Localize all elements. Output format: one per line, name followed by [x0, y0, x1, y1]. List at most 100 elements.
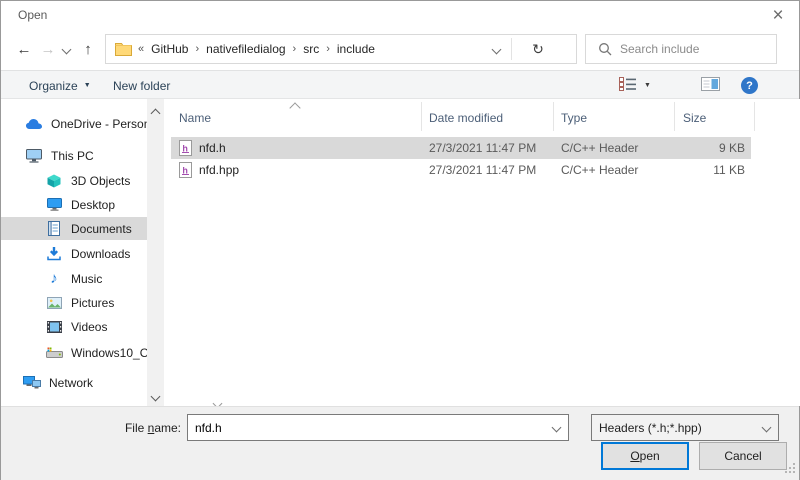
footer-bar: File name: Headers (*.h;*.hpp) Open Canc… — [1, 406, 799, 480]
scroll-down-icon[interactable] — [152, 389, 159, 403]
file-type-dropdown[interactable]: Headers (*.h;*.hpp) — [591, 414, 779, 441]
column-separator[interactable] — [754, 102, 755, 131]
address-bar[interactable]: « GitHub › nativefiledialog › src › incl… — [105, 34, 577, 64]
file-name-combobox[interactable] — [187, 414, 569, 441]
sidebar-item-label: OneDrive - Personal — [51, 117, 147, 131]
scroll-up-icon[interactable] — [152, 106, 159, 120]
new-folder-button[interactable]: New folder — [113, 71, 170, 100]
address-dropdown-button[interactable] — [482, 35, 510, 63]
column-separator[interactable] — [553, 102, 554, 131]
file-type: C/C++ Header — [561, 163, 638, 177]
sidebar-item-label: Music — [71, 272, 102, 286]
sidebar-item-documents[interactable]: Documents — [1, 217, 147, 240]
file-size: 9 KB — [671, 141, 745, 155]
column-header-date-modified[interactable]: Date modified — [421, 102, 553, 131]
sidebar-item-3d-objects[interactable]: 3D Objects — [1, 169, 147, 192]
sidebar-item-label: Videos — [71, 320, 107, 334]
sidebar-item-this-pc[interactable]: This PC — [1, 144, 147, 167]
back-button[interactable]: ← — [13, 37, 35, 61]
videos-icon — [45, 321, 63, 333]
sidebar-item-desktop[interactable]: Desktop — [1, 193, 147, 216]
forward-button[interactable]: → — [37, 37, 59, 61]
column-header-label: Size — [683, 111, 706, 125]
breadcrumb-segment[interactable]: src — [303, 42, 319, 56]
column-header-size[interactable]: Size — [674, 102, 754, 131]
refresh-button[interactable]: ↻ — [518, 35, 558, 63]
column-header-label: Name — [179, 111, 211, 125]
preview-pane-button[interactable] — [701, 71, 720, 100]
column-separator[interactable] — [674, 102, 675, 131]
file-size: 11 KB — [671, 163, 745, 177]
sidebar-item-windows10-os[interactable]: Windows10_OS (C:) — [1, 341, 147, 364]
sidebar-item-label: Windows10_OS (C:) — [71, 346, 147, 360]
sidebar-item-videos[interactable]: Videos — [1, 315, 147, 338]
this-pc-icon — [25, 149, 43, 163]
onedrive-cloud-icon — [25, 118, 43, 130]
file-type-dropdown-button[interactable] — [754, 415, 778, 440]
search-icon — [596, 42, 614, 56]
navigation-pane: OneDrive - Personal This PC 3D Objects D… — [1, 99, 147, 406]
file-name-dropdown-button[interactable] — [544, 415, 568, 440]
organize-label: Organize — [29, 79, 78, 93]
music-note-icon: ♪ — [45, 270, 63, 287]
file-name: nfd.h — [199, 141, 226, 155]
file-name: nfd.hpp — [199, 163, 239, 177]
sidebar-item-pictures[interactable]: Pictures — [1, 291, 147, 314]
file-row-nfd-h[interactable]: h nfd.h 27/3/2021 11:47 PM C/C++ Header … — [171, 137, 751, 159]
breadcrumb-segment[interactable]: nativefiledialog — [206, 42, 285, 56]
up-icon: ↑ — [84, 41, 92, 58]
breadcrumb-segment[interactable]: include — [337, 42, 375, 56]
cancel-button[interactable]: Cancel — [699, 442, 787, 470]
breadcrumb-segment[interactable]: GitHub — [151, 42, 188, 56]
chevron-down-icon — [551, 423, 561, 433]
sidebar-item-label: 3D Objects — [71, 174, 130, 188]
open-button[interactable]: Open — [601, 442, 689, 470]
chevron-down-icon — [491, 44, 501, 54]
chevron-down-icon — [61, 44, 71, 54]
3d-cube-icon — [45, 174, 63, 188]
cpp-header-file-icon: h — [179, 162, 192, 181]
column-header-type[interactable]: Type — [553, 102, 674, 131]
column-header-name[interactable]: Name — [171, 102, 421, 131]
close-button[interactable]: × — [765, 3, 791, 29]
file-row-nfd-hpp[interactable]: h nfd.hpp 27/3/2021 11:47 PM C/C++ Heade… — [171, 159, 751, 181]
file-name-input[interactable] — [188, 415, 568, 440]
column-header-label: Date modified — [429, 111, 503, 125]
file-type-value: Headers (*.h;*.hpp) — [592, 421, 702, 435]
sidebar-item-onedrive[interactable]: OneDrive - Personal — [1, 112, 147, 135]
title-bar[interactable]: Open × — [1, 1, 799, 31]
open-dialog-window: Open × ← → ↑ « GitHub › nativefiledialog… — [0, 0, 800, 480]
sidebar-item-label: Desktop — [71, 198, 115, 212]
organize-button[interactable]: Organize ▼ — [29, 71, 91, 100]
folder-icon — [114, 42, 132, 56]
window-title: Open — [18, 8, 47, 22]
up-button[interactable]: ↑ — [77, 37, 99, 61]
close-icon: × — [772, 5, 783, 27]
sidebar-item-label: Pictures — [71, 296, 114, 310]
views-button[interactable]: ▼ — [619, 71, 651, 100]
preview-pane-icon — [701, 77, 720, 94]
help-button[interactable]: ? — [741, 71, 758, 100]
hard-drive-icon — [45, 347, 63, 358]
search-box[interactable] — [585, 34, 777, 64]
network-icon — [23, 376, 41, 389]
file-type: C/C++ Header — [561, 141, 638, 155]
sidebar-scrollbar[interactable] — [147, 99, 164, 406]
recent-locations-button[interactable] — [59, 37, 73, 61]
details-view-icon — [619, 77, 636, 94]
sidebar-item-label: This PC — [51, 149, 94, 163]
column-separator[interactable] — [421, 102, 422, 131]
sidebar-item-music[interactable]: ♪ Music — [1, 267, 147, 290]
resize-grip-icon[interactable] — [784, 462, 796, 477]
new-folder-label: New folder — [113, 79, 170, 93]
search-input[interactable] — [618, 41, 762, 57]
svg-text:h: h — [182, 144, 188, 154]
breadcrumb-overflow[interactable]: « — [138, 43, 144, 55]
desktop-icon — [45, 198, 63, 211]
file-name-label: File name: — [41, 421, 181, 435]
downloads-icon — [45, 246, 63, 261]
sidebar-item-network[interactable]: Network — [1, 371, 147, 394]
caret-down-icon: ▼ — [644, 82, 651, 89]
sidebar-item-downloads[interactable]: Downloads — [1, 242, 147, 265]
documents-icon — [45, 221, 63, 236]
